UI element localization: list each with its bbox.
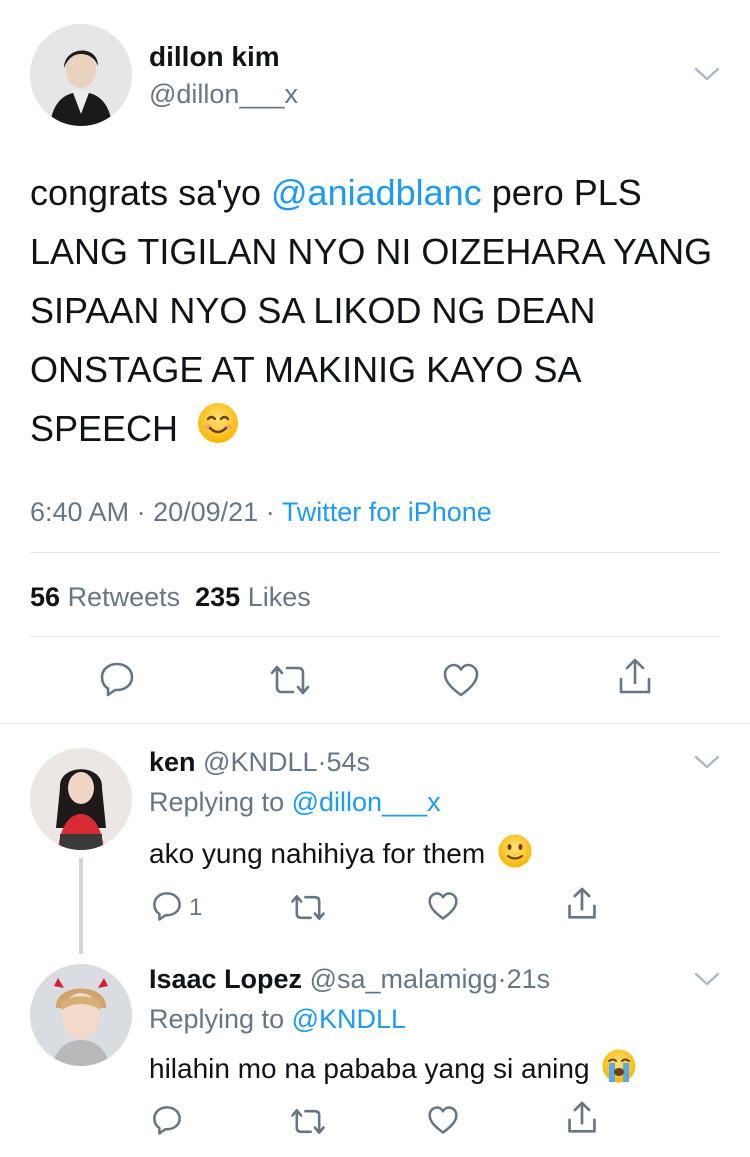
like-heart-icon[interactable] xyxy=(442,662,480,698)
reply-header: ken @KNDLL·54s xyxy=(149,745,370,779)
retweet-icon[interactable] xyxy=(268,662,312,698)
divider xyxy=(30,552,720,553)
reply-text-content: hilahin mo na pababa yang si aning xyxy=(149,1052,590,1084)
share-icon[interactable] xyxy=(566,1100,598,1136)
author-display-name[interactable]: dillon kim xyxy=(149,40,280,74)
smiling-face-emoji-icon xyxy=(196,401,240,462)
reply-display-name[interactable]: Isaac Lopez xyxy=(149,964,302,994)
chevron-down-icon[interactable] xyxy=(694,753,720,771)
thread-line xyxy=(79,858,83,954)
share-icon[interactable] xyxy=(617,657,653,697)
likes-count: 235 xyxy=(195,582,241,612)
mention-aniadblanc[interactable]: @aniadblanc xyxy=(271,172,482,213)
reply-text: hilahin mo na pababa yang si aning xyxy=(149,1048,637,1093)
share-icon[interactable] xyxy=(566,886,598,922)
divider xyxy=(0,723,750,724)
reply-header: Isaac Lopez @sa_malamigg·21s xyxy=(149,962,550,996)
reply-icon[interactable] xyxy=(151,1104,183,1136)
avatar-ken[interactable] xyxy=(30,748,132,850)
reply-icon[interactable] xyxy=(151,890,183,922)
divider xyxy=(30,636,720,637)
reply-handle[interactable]: @KNDLL xyxy=(203,747,317,777)
reply-text: ako yung nahihiya for them xyxy=(149,833,533,878)
replying-to: Replying to @KNDLL xyxy=(149,1002,406,1036)
tweet-text: congrats sa'yo @aniadblanc pero PLS LANG… xyxy=(30,163,720,462)
like-heart-icon[interactable] xyxy=(427,891,459,921)
meta-separator: · xyxy=(497,964,507,994)
tweet-text-pre: congrats sa'yo xyxy=(30,172,271,213)
reply-text-content: ako yung nahihiya for them xyxy=(149,837,486,869)
chevron-down-icon[interactable] xyxy=(694,65,720,83)
retweets-count: 56 xyxy=(30,582,61,612)
likes-label: Likes xyxy=(247,582,311,612)
retweet-icon[interactable] xyxy=(289,1106,327,1137)
reply-display-name[interactable]: ken xyxy=(149,747,196,777)
avatar-dillon-kim[interactable] xyxy=(30,24,132,126)
like-heart-icon[interactable] xyxy=(427,1105,459,1135)
tweet-date: 20/09/21 xyxy=(153,497,259,527)
retweet-icon[interactable] xyxy=(289,892,327,923)
tweet-text-post: pero PLS LANG TIGILAN NYO NI OIZEHARA YA… xyxy=(30,172,713,449)
engagement-stats: 56 Retweets 235 Likes xyxy=(30,580,311,614)
tweet-source-link[interactable]: Twitter for iPhone xyxy=(282,497,492,527)
replying-to: Replying to @dillon___x xyxy=(149,785,441,819)
loudly-crying-emoji-icon xyxy=(601,1048,637,1093)
slightly-smiling-emoji-icon xyxy=(497,833,533,878)
replying-to-label: Replying to xyxy=(149,787,285,817)
avatar-isaac-lopez[interactable] xyxy=(30,964,132,1066)
replying-to-mention[interactable]: @KNDLL xyxy=(292,1004,406,1034)
replying-to-mention[interactable]: @dillon___x xyxy=(292,787,441,817)
reply-icon[interactable] xyxy=(98,660,136,698)
tweet-meta: 6:40 AM · 20/09/21 · Twitter for iPhone xyxy=(30,495,492,529)
meta-separator: · xyxy=(317,747,327,777)
replying-to-label: Replying to xyxy=(149,1004,285,1034)
reply-time: 21s xyxy=(506,964,551,994)
chevron-down-icon[interactable] xyxy=(694,970,720,988)
retweets-label: Retweets xyxy=(67,582,181,612)
meta-separator: · xyxy=(265,497,275,527)
reply-count: 1 xyxy=(189,894,203,921)
reply-handle[interactable]: @sa_malamigg xyxy=(310,964,498,994)
author-handle[interactable]: @dillon___x xyxy=(149,78,298,110)
likes-stat[interactable]: 235 Likes xyxy=(195,582,311,612)
retweets-stat[interactable]: 56 Retweets xyxy=(30,582,180,612)
tweet-time: 6:40 AM xyxy=(30,497,130,527)
reply-time: 54s xyxy=(326,747,371,777)
meta-separator: · xyxy=(136,497,146,527)
